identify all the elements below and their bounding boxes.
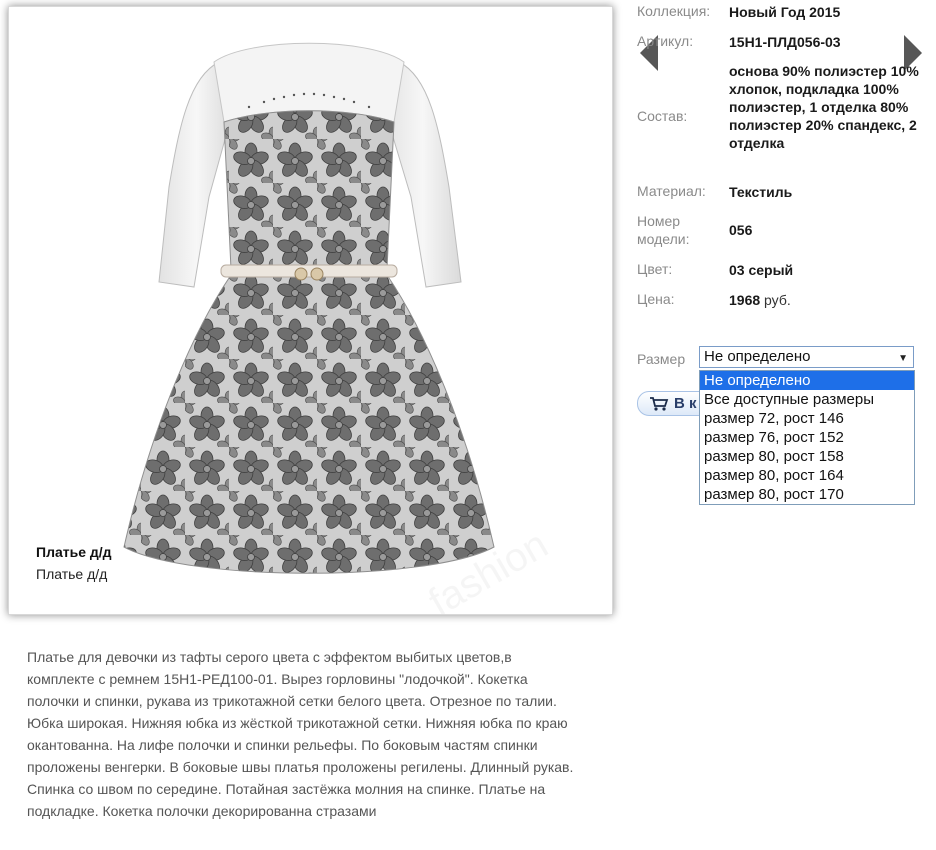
dress-image: fashion [123, 42, 555, 614]
composition-label: Состав: [637, 108, 688, 124]
price-unit: руб. [764, 292, 791, 308]
product-caption-subtitle: Платье д/д [36, 566, 108, 582]
price-value-wrap: 1968 руб. [729, 291, 791, 309]
model-label-line1: Номер [637, 213, 681, 229]
color-value: 03 серый [729, 262, 794, 278]
size-label: Размер [637, 351, 686, 367]
article-label: Артикул: [637, 33, 694, 49]
article-value: 15Н1-ПЛД056-03 [729, 34, 841, 50]
size-option[interactable]: Не определено [700, 371, 914, 390]
size-option[interactable]: размер 80, рост 170 [700, 485, 914, 504]
size-option[interactable]: размер 72, рост 146 [700, 409, 914, 428]
product-description: Платье для девочки из тафты серого цвета… [27, 649, 574, 819]
chevron-down-icon: ▼ [898, 353, 908, 364]
add-to-cart-label: В к [674, 395, 697, 412]
price-value: 1968 [729, 292, 761, 308]
size-select[interactable]: Не определено ▼ [699, 346, 914, 368]
composition-value: основа 90% полиэстер 10% хлопок, подклад… [729, 63, 919, 151]
cart-icon [650, 397, 669, 411]
size-option[interactable]: Все доступные размеры [700, 390, 914, 409]
color-label: Цвет: [637, 261, 673, 277]
size-option[interactable]: размер 76, рост 152 [700, 428, 914, 447]
price-label: Цена: [637, 291, 675, 307]
size-select-value: Не определено [704, 348, 811, 365]
size-option[interactable]: размер 80, рост 164 [700, 466, 914, 485]
collection-label: Коллекция: [637, 3, 711, 19]
product-photo[interactable]: fashion Платье д/д Платье д/д [8, 6, 613, 615]
model-label-line2: модели: [637, 231, 690, 247]
model-value: 056 [729, 222, 753, 238]
material-label: Материал: [637, 183, 706, 199]
size-option[interactable]: размер 80, рост 158 [700, 447, 914, 466]
size-dropdown-list: Не определено Все доступные размеры разм… [699, 370, 915, 505]
material-value: Текстиль [729, 184, 793, 200]
collection-value: Новый Год 2015 [729, 4, 841, 20]
product-caption-title: Платье д/д [36, 544, 112, 560]
